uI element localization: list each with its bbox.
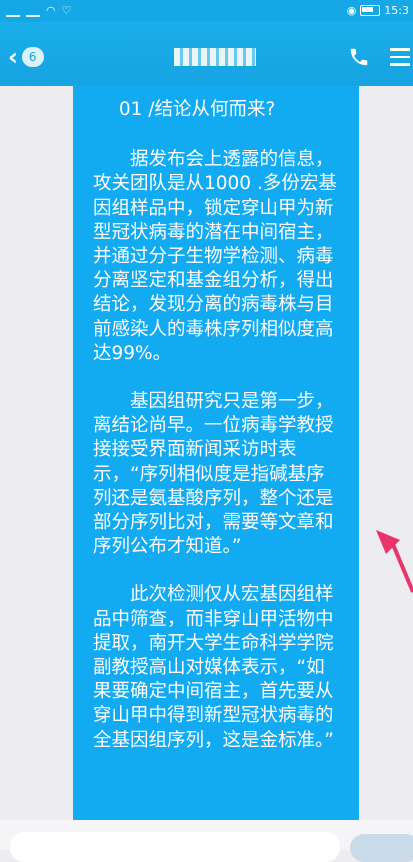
unread-count-badge: 6 bbox=[21, 47, 44, 67]
signal-icon bbox=[6, 5, 20, 17]
battery-icon bbox=[360, 5, 381, 16]
message-paragraph: 基因组研究只是第一步，离结论尚早。一位病毒学教授接接受界面新闻采访时表示，“序列… bbox=[93, 391, 334, 558]
phone-icon[interactable] bbox=[348, 46, 370, 68]
back-button[interactable]: ‹ 6 bbox=[8, 44, 64, 70]
pink-arrow-annotation bbox=[376, 530, 413, 593]
chat-header: ‹ 6 bbox=[0, 22, 413, 86]
heart-icon: ♡ bbox=[61, 4, 72, 17]
input-bar bbox=[0, 820, 413, 862]
message-bubble[interactable]: 01 /结论从何而来? 据发布会上透露的信息，攻关团队是从1000 .多份宏基因… bbox=[73, 86, 359, 820]
status-right: ◉ 15:3 bbox=[347, 4, 409, 17]
message-paragraph: 此次检测仅从宏基因组样品中筛查，而非穿山甲活物中提取，南开大学生命科学学院副教授… bbox=[93, 584, 334, 751]
wifi-icon: ◠ bbox=[46, 4, 56, 17]
chevron-left-icon: ‹ bbox=[8, 43, 18, 71]
chat-title bbox=[174, 48, 256, 66]
clock-time: 15:3 bbox=[384, 4, 409, 17]
message-paragraph: 据发布会上透露的信息，攻关团队是从1000 .多份宏基因组样品中，锁定穿山甲为新… bbox=[93, 149, 337, 364]
message-input[interactable] bbox=[10, 832, 340, 862]
status-bar: ◠ ♡ ◉ 15:3 bbox=[0, 0, 413, 22]
signal-icon-2 bbox=[26, 5, 40, 17]
message-heading: 01 /结论从何而来? bbox=[118, 99, 276, 120]
eye-icon: ◉ bbox=[346, 4, 357, 17]
send-button[interactable] bbox=[350, 834, 413, 862]
menu-icon[interactable] bbox=[390, 48, 410, 66]
status-left: ◠ ♡ bbox=[6, 4, 71, 17]
